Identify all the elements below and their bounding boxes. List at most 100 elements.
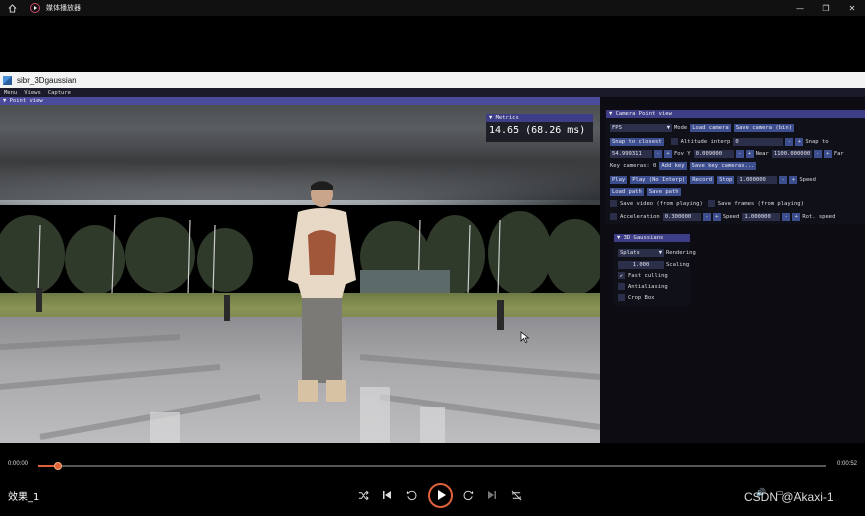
altitude-label: Altitude interp (680, 138, 731, 145)
fast-culling-checkbox[interactable]: ✔ (618, 272, 625, 279)
speed-increment[interactable]: + (792, 212, 801, 221)
far-decrement[interactable]: - (813, 149, 822, 158)
fovy-increment[interactable]: + (664, 149, 672, 158)
gaussians-window[interactable]: ▼ 3D Gaussians Splats ▼ Rendering 1.000 S… (614, 234, 696, 306)
stop-button[interactable]: Stop (717, 175, 735, 184)
antialiasing-checkbox[interactable] (618, 283, 625, 290)
point-view-header[interactable]: ▼ Point view (0, 97, 600, 105)
shuffle-icon[interactable] (352, 484, 374, 506)
fovy-decrement[interactable]: - (654, 149, 662, 158)
mouse-cursor-icon (520, 331, 530, 343)
point-view-render[interactable]: ▼ Metrics 14.65 (68.26 ms) (0, 105, 600, 443)
menu-item-views[interactable]: Views (24, 90, 41, 96)
collapse-arrow-icon[interactable]: ▼ (609, 111, 616, 117)
scene-person (288, 181, 356, 402)
dropdown-arrow-icon: ▼ (658, 249, 662, 256)
add-key-button[interactable]: Add key (659, 161, 687, 170)
save-path-button[interactable]: Save path (646, 187, 681, 196)
near-increment[interactable]: + (745, 149, 754, 158)
load-path-button[interactable]: Load path (610, 187, 644, 196)
sibr-window-title: sibr_3Dgaussian (17, 75, 77, 85)
previous-icon[interactable] (376, 484, 398, 506)
play-speed-increment[interactable]: + (789, 175, 798, 184)
sibr-titlebar: sibr_3Dgaussian (0, 72, 865, 88)
csdn-watermark: CSDN @Akaxi-1 (744, 490, 834, 504)
seek-track[interactable] (38, 462, 826, 470)
far-label: Far (833, 150, 844, 157)
load-camera-button[interactable]: Load camera (690, 123, 731, 132)
altitude-decrement[interactable]: - (785, 137, 794, 146)
near-input[interactable]: 0.009000 (693, 149, 734, 158)
seek-bar-row: 0:00:00 0:00:52 (0, 459, 865, 471)
menu-item-capture[interactable]: Capture (48, 90, 71, 96)
speed-label: Speed (722, 213, 740, 220)
sibr-app-icon (3, 75, 12, 85)
metrics-window[interactable]: ▼ Metrics 14.65 (68.26 ms) (486, 114, 593, 142)
checkmark-icon: ✔ (619, 272, 623, 279)
acceleration-label: Acceleration (620, 213, 660, 220)
antialiasing-label: Antialiasing (628, 283, 668, 290)
acceleration-checkbox[interactable] (610, 213, 617, 220)
acceleration-decrement[interactable]: - (702, 212, 711, 221)
camera-mode-select[interactable]: FPS ▼ (610, 123, 672, 132)
gaussians-window-header[interactable]: ▼ 3D Gaussians (614, 234, 690, 242)
player-titlebar: 媒体播放器 — ❐ ✕ (0, 0, 865, 16)
close-button[interactable]: ✕ (839, 0, 865, 16)
altitude-checkbox[interactable] (670, 138, 678, 145)
rewind-10-icon[interactable] (400, 484, 422, 506)
fast-culling-label: Fast culling (628, 272, 668, 279)
home-icon[interactable] (6, 2, 18, 14)
key-cameras-label: Key cameras: 0 (610, 162, 657, 169)
far-increment[interactable]: + (823, 149, 832, 158)
near-label: Near (755, 150, 769, 157)
play-no-interp-button[interactable]: Play (No Interp) (630, 175, 688, 184)
playback-controls (352, 482, 529, 508)
metrics-header[interactable]: ▼ Metrics (486, 114, 593, 122)
play-pause-button[interactable] (428, 482, 453, 508)
window-controls: — ❐ ✕ (787, 0, 865, 16)
gaussians-window-title: 3D Gaussians (623, 235, 664, 241)
camera-mode-label: Mode (674, 124, 688, 131)
play-speed-decrement[interactable]: - (779, 175, 788, 184)
menu-item-menu[interactable]: Menu (4, 90, 17, 96)
camera-window-header[interactable]: ▼ Camera Point view (606, 110, 865, 118)
snap-to-label: Snap to (805, 138, 829, 145)
maximize-button[interactable]: ❐ (813, 0, 839, 16)
play-button[interactable]: Play (610, 175, 628, 184)
collapse-arrow-icon[interactable]: ▼ (617, 235, 624, 241)
dropdown-arrow-icon: ▼ (666, 124, 670, 131)
repeat-off-icon[interactable] (505, 484, 527, 506)
render-mode-label: Rendering (666, 249, 696, 256)
camera-window-title: Camera Point view (615, 111, 672, 117)
altitude-input[interactable]: 0 (733, 137, 784, 146)
forward-30-icon[interactable] (457, 484, 479, 506)
acceleration-input[interactable]: 0.300000 (662, 212, 701, 221)
crop-box-checkbox[interactable] (618, 294, 625, 301)
next-icon[interactable] (481, 484, 503, 506)
far-input[interactable]: 1100.000000 (771, 149, 812, 158)
camera-point-view-window[interactable]: ▼ Camera Point view FPS ▼ Mode Load camer… (606, 110, 865, 224)
scaling-slider[interactable]: 1.000 (618, 260, 664, 269)
collapse-arrow-icon[interactable]: ▼ (489, 115, 496, 121)
fovy-label: Fov Y (674, 150, 691, 157)
near-decrement[interactable]: - (735, 149, 744, 158)
rot-speed-label: Rot. speed (802, 213, 836, 220)
save-video-checkbox[interactable] (610, 200, 617, 207)
save-camera-button[interactable]: Save camera (bin) (733, 123, 794, 132)
play-speed-input[interactable]: 1.000000 (737, 175, 778, 184)
minimize-button[interactable]: — (787, 0, 813, 16)
seek-thumb[interactable] (53, 462, 62, 470)
acceleration-increment[interactable]: + (712, 212, 721, 221)
fovy-input[interactable]: 54.999311 (610, 149, 652, 158)
speed-input[interactable]: 1.000000 (742, 212, 781, 221)
save-frames-checkbox[interactable] (707, 200, 715, 207)
collapse-arrow-icon[interactable]: ▼ (3, 98, 10, 104)
time-current: 0:00:00 (8, 461, 29, 467)
record-button[interactable]: Record (690, 175, 715, 184)
speed-decrement[interactable]: - (782, 212, 791, 221)
play-speed-label: Speed (799, 176, 816, 183)
save-key-cameras-button[interactable]: Save key cameras... (689, 161, 757, 170)
snap-closest-button[interactable]: Snap to closest (610, 137, 664, 146)
altitude-increment[interactable]: + (795, 137, 804, 146)
render-mode-select[interactable]: Splats ▼ (618, 248, 664, 257)
